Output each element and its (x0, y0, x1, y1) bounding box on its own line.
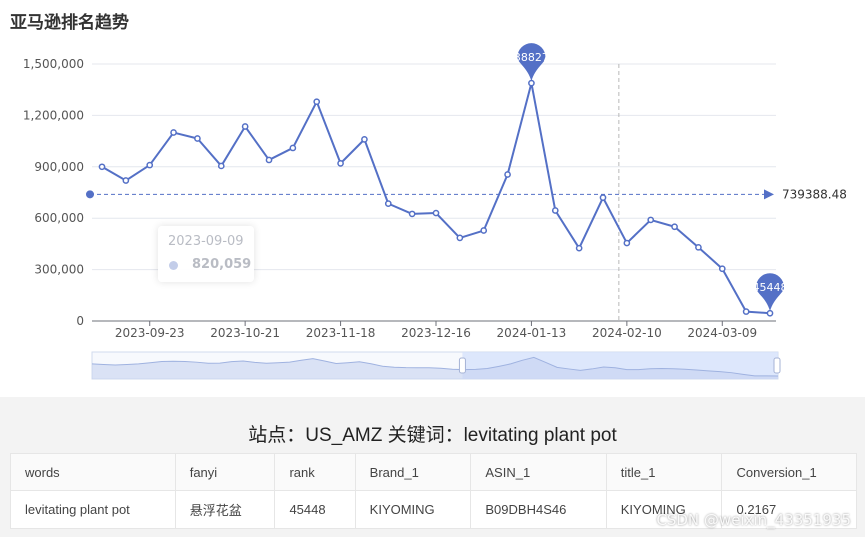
cell-fanyi: 悬浮花盆 (174, 490, 276, 529)
data-point (194, 135, 201, 142)
grid-lines (92, 63, 776, 321)
zoom-handle-right (773, 357, 781, 374)
data-point (623, 239, 631, 247)
x-tick-label: 2024-02-10 (592, 326, 662, 340)
data-point (170, 129, 177, 136)
data-point (504, 171, 511, 178)
data-point (384, 200, 392, 207)
data-point (313, 98, 321, 106)
watermark: CSDN @weixin_43351935 (656, 511, 851, 529)
y-tick-label: 900,000 (34, 160, 84, 174)
y-axis-ticks: 0 300,000 600,000 900,000 1,200,000 1,500,000 (23, 57, 84, 328)
data-point (98, 163, 106, 171)
data-zoom[interactable] (91, 351, 781, 380)
cell-brand: KIYOMING (354, 490, 472, 529)
x-axis: 2023-09-23 2023-10-21 2023-11-18 2023-12-16… (92, 320, 776, 340)
y-tick-label: 0 (76, 314, 84, 328)
mean-line-label: 739388.48 (782, 187, 847, 201)
cell-rank: 45448 (274, 490, 356, 529)
x-tick-label: 2023-11-18 (306, 326, 376, 340)
x-tick-label: 2023-12-16 (401, 326, 471, 340)
header-brand: Brand_1 (354, 453, 472, 491)
tooltip-date: 2023-09-09 (168, 234, 244, 249)
data-point (551, 207, 559, 214)
header-rank: rank (274, 453, 356, 491)
data-point (456, 234, 464, 242)
data-point (742, 308, 750, 315)
y-tick-label: 300,000 (34, 263, 84, 277)
x-tick-label: 2024-03-09 (687, 326, 757, 340)
max-marker-label: 1388272 (507, 51, 556, 64)
data-point (122, 177, 130, 184)
data-point (695, 243, 702, 251)
mean-line: 739388.48 (86, 187, 847, 201)
rank-trend-chart: 0 300,000 600,000 900,000 1,200,000 1,500,000… (23, 43, 847, 380)
header-fanyi: fanyi (174, 453, 276, 491)
y-tick-label: 1,500,000 (23, 57, 84, 71)
data-point (408, 210, 416, 218)
header-conversion: Conversion_1 (721, 453, 857, 491)
data-point (766, 309, 774, 317)
x-tick-label: 2023-09-23 (115, 326, 185, 340)
cell-words: levitating plant pot (10, 490, 176, 529)
tooltip: 2023-09-09 820,059 (158, 226, 254, 282)
data-point (432, 209, 440, 217)
cell-asin: B09DBH4S46 (470, 490, 607, 529)
site-keyword-heading: 站点：US_AMZ 关键词：levitating plant pot (248, 425, 617, 446)
detail-panel: 站点：US_AMZ 关键词：levitating plant pot words… (0, 397, 865, 537)
data-point (575, 244, 583, 252)
x-tick-label: 2023-10-21 (210, 326, 280, 340)
data-point (289, 144, 297, 152)
y-tick-label: 600,000 (34, 211, 84, 225)
data-point (241, 123, 249, 130)
data-point (217, 162, 225, 170)
data-point (528, 79, 535, 87)
data-point (265, 156, 273, 164)
data-point (361, 136, 368, 143)
tooltip-value: 820,059 (192, 257, 252, 272)
x-tick-label: 2024-01-13 (497, 326, 567, 340)
header-words: words (10, 453, 176, 491)
data-point (647, 216, 655, 224)
y-tick-label: 1,200,000 (23, 108, 84, 122)
zoom-handle-left (458, 357, 466, 374)
tooltip-series-dot (169, 261, 178, 270)
header-title: title_1 (605, 453, 723, 491)
data-point (671, 223, 678, 231)
data-point (480, 227, 488, 234)
header-asin: ASIN_1 (470, 453, 607, 491)
data-point (718, 265, 726, 273)
table-header-row: words fanyi rank Brand_1 ASIN_1 title_1 … (10, 453, 857, 491)
data-point (599, 194, 607, 201)
min-marker-label: 45448 (753, 281, 788, 294)
data-point (337, 160, 344, 167)
mean-line-arrow (764, 189, 774, 200)
data-point (146, 161, 154, 169)
